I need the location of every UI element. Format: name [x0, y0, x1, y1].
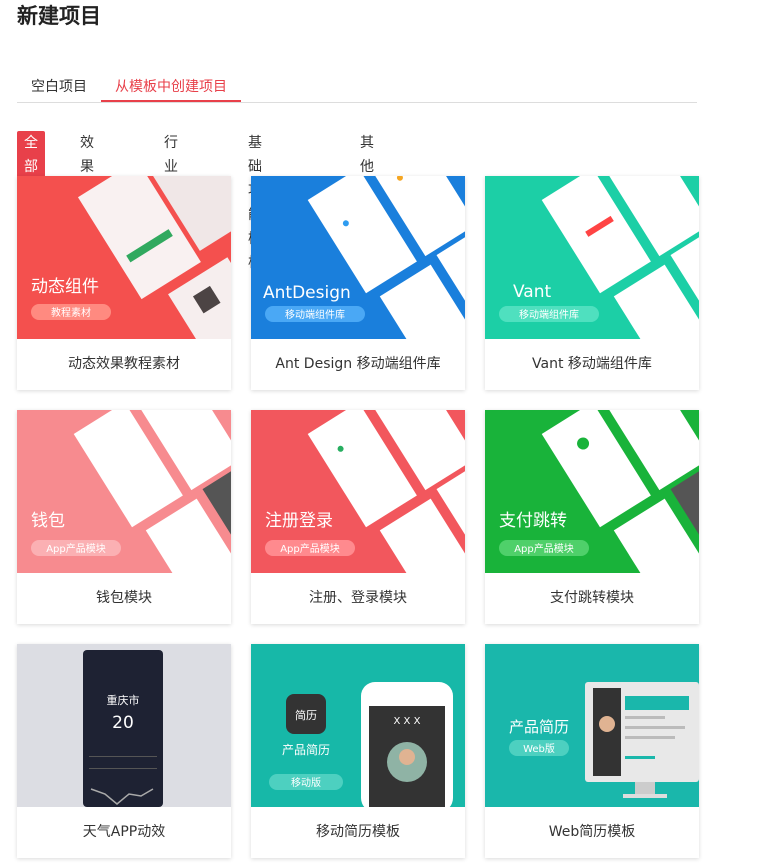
page-title: 新建项目	[17, 4, 101, 28]
template-card-ant-design[interactable]: AntDesign 移动端组件库 Ant Design 移动端组件库	[251, 176, 465, 390]
thumb-title: 钱包	[31, 511, 65, 531]
template-thumbnail: 产品简历 Web版	[485, 644, 699, 807]
template-card-vant[interactable]: Vant 移动端组件库 Vant 移动端组件库	[485, 176, 699, 390]
thumb-title: 支付跳转	[499, 511, 567, 531]
template-name: 移动简历模板	[316, 824, 400, 840]
template-card-mobile-resume[interactable]: 简历 产品简历 移动版 X X X 移动简历模板	[251, 644, 465, 858]
tab-blank-project[interactable]: 空白项目	[31, 76, 87, 96]
thumb-badge: App产品模块	[514, 542, 574, 555]
template-thumbnail: 注册登录 App产品模块	[251, 410, 465, 573]
thumb-phone-text: X X X	[394, 716, 421, 727]
thumb-title: Vant	[513, 282, 552, 302]
template-card-web-resume[interactable]: 产品简历 Web版 Web简历模板	[485, 644, 699, 858]
thumb-city: 重庆市	[107, 693, 140, 707]
project-tabs: 空白项目 从模板中创建项目	[17, 66, 697, 103]
template-thumbnail: Vant 移动端组件库	[485, 176, 699, 339]
thumb-badge: 移动端组件库	[285, 308, 345, 321]
tab-from-template[interactable]: 从模板中创建项目	[115, 76, 227, 96]
thumb-title: AntDesign	[263, 283, 351, 303]
template-card-register-login[interactable]: 注册登录 App产品模块 注册、登录模块	[251, 410, 465, 624]
template-name: 注册、登录模块	[309, 590, 407, 606]
template-thumbnail: 支付跳转 App产品模块	[485, 410, 699, 573]
thumb-badge: App产品模块	[280, 542, 340, 555]
thumb-badge: Web版	[523, 742, 555, 755]
thumb-badge: 移动端组件库	[519, 308, 579, 321]
template-name: 钱包模块	[96, 590, 152, 606]
template-card-weather-app[interactable]: 重庆市 20 天气APP动效	[17, 644, 231, 858]
template-name: 天气APP动效	[82, 824, 166, 840]
template-card-dynamic-effects[interactable]: 动态组件 教程素材 动态效果教程素材	[17, 176, 231, 390]
template-card-payment-redirect[interactable]: 支付跳转 App产品模块 支付跳转模块	[485, 410, 699, 624]
template-thumbnail: 重庆市 20	[17, 644, 231, 807]
thumb-title: 产品简历	[509, 718, 569, 736]
thumb-title: 动态组件	[31, 277, 99, 297]
filter-other[interactable]: 其他	[360, 131, 374, 179]
template-name: Web简历模板	[548, 824, 636, 840]
thumb-title: 注册登录	[265, 511, 333, 531]
template-thumbnail: 钱包 App产品模块	[17, 410, 231, 573]
template-name: Ant Design 移动端组件库	[275, 356, 441, 372]
template-name: 动态效果教程素材	[68, 356, 180, 372]
thumb-badge: 教程素材	[51, 306, 91, 319]
thumb-badge: App产品模块	[46, 542, 106, 555]
thumb-icon-text: 简历	[295, 708, 317, 722]
tab-active-indicator	[101, 100, 241, 102]
thumb-badge: 移动版	[291, 776, 321, 789]
template-name: 支付跳转模块	[550, 590, 634, 606]
template-card-wallet[interactable]: 钱包 App产品模块 钱包模块	[17, 410, 231, 624]
filter-all[interactable]: 全部	[17, 131, 45, 179]
thumb-temperature: 20	[112, 713, 134, 733]
template-thumbnail: 简历 产品简历 移动版 X X X	[251, 644, 465, 807]
thumb-title: 产品简历	[282, 743, 330, 757]
template-thumbnail: AntDesign 移动端组件库	[251, 176, 465, 339]
template-thumbnail: 动态组件 教程素材	[17, 176, 231, 339]
template-name: Vant 移动端组件库	[532, 356, 652, 372]
